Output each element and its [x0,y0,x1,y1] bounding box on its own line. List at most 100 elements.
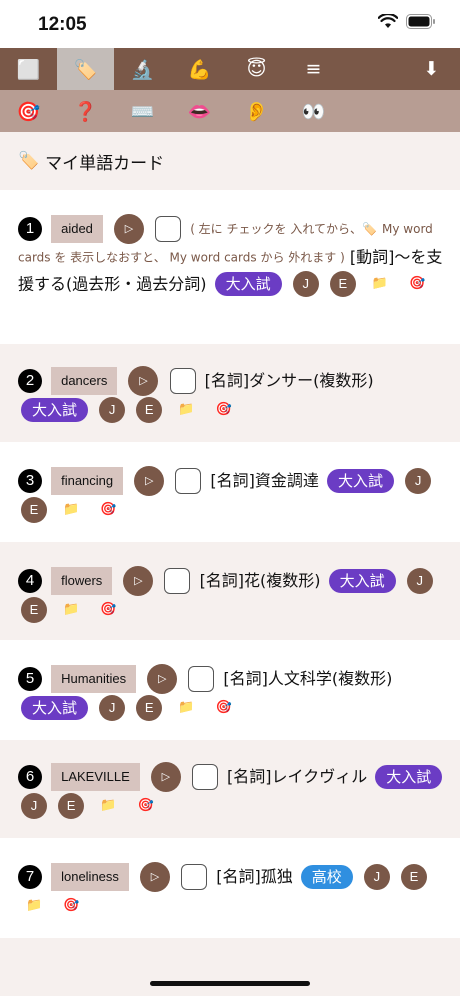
word-card-4: 4 flowers ▷ [名詞]花(複数形) 大入試 J E 📁 🎯 [0,542,460,640]
ear-icon[interactable]: 👂 [228,90,285,132]
square-icon[interactable]: ⬜ [0,48,57,90]
play-button[interactable]: ▷ [128,366,159,396]
english-button[interactable]: E [329,271,356,297]
japanese-button[interactable]: J [405,468,432,494]
eyes-icon[interactable]: 👀 [285,90,342,132]
play-button[interactable]: ▷ [123,566,154,596]
target-icon[interactable]: 🎯 [409,271,425,297]
play-icon: ▷ [134,574,143,587]
japanese-button[interactable]: J [21,792,47,819]
card-number: 2 [18,369,42,393]
home-indicator [150,981,310,986]
tag-icon: 🏷️ [361,222,377,236]
target-icon[interactable]: 🎯 [100,597,116,623]
card-number: 4 [18,569,42,593]
word-chip[interactable]: dancers [51,367,118,395]
play-button[interactable]: ▷ [134,466,165,496]
word-card-7: 7 loneliness ▷ [名詞]孤独 高校 J E 📁 🎯 [0,838,460,938]
folder-icon[interactable]: 📁 [26,893,42,919]
word-chip[interactable]: flowers [51,567,113,595]
folder-icon[interactable]: 📁 [372,271,388,297]
play-icon: ▷ [124,222,134,235]
target-icon[interactable]: 🎯 [100,497,116,523]
word-chip[interactable]: financing [51,467,124,495]
word-checkbox[interactable] [188,666,215,692]
page-title-row: 🏷️ マイ単語カード [0,132,460,190]
level-badge: 大入試 [21,397,89,422]
level-badge: 大入試 [327,469,395,493]
level-badge: 大入試 [21,695,89,720]
word-definition: [名詞]レイクヴィル [227,767,368,786]
target-icon[interactable]: 🎯 [63,893,79,919]
word-definition: [名詞]人文科学(複数形) [223,669,393,688]
japanese-button[interactable]: J [292,271,319,297]
play-icon: ▷ [150,870,160,883]
folder-icon[interactable]: 📁 [63,497,79,523]
play-icon: ▷ [139,374,148,387]
menu-icon[interactable]: ≡ [285,48,342,90]
word-card-3: 3 financing ▷ [名詞]資金調達 大入試 J E 📁 🎯 [0,442,460,542]
toolbar-main: ⬜ 🏷️ 🔬 💪 😇 ≡ ⬇ [0,48,460,90]
word-checkbox[interactable] [191,764,218,790]
tag-icon: 🏷️ [18,151,40,171]
microscope-icon[interactable]: 🔬 [114,48,171,90]
english-button[interactable]: E [136,396,163,423]
word-chip[interactable]: LAKEVILLE [51,763,140,791]
word-checkbox[interactable] [164,568,191,594]
english-button[interactable]: E [21,496,47,523]
folder-icon[interactable]: 📁 [63,597,79,623]
word-chip[interactable]: loneliness [51,863,129,891]
page-title: マイ単語カード [45,153,165,174]
level-badge: 大入試 [328,569,396,593]
card-number: 6 [18,765,42,789]
word-checkbox[interactable] [169,368,196,394]
keyboard-icon[interactable]: ⌨️ [114,90,171,132]
word-checkbox[interactable] [175,468,202,494]
word-checkbox[interactable] [155,216,182,242]
target-icon[interactable]: 🎯 [216,695,232,721]
label-tag-icon[interactable]: 🏷️ [57,48,114,90]
question-mark-icon[interactable]: ❓ [57,90,114,132]
english-button[interactable]: E [21,596,47,623]
play-icon: ▷ [161,770,171,783]
halo-face-icon[interactable]: 😇 [228,48,285,90]
card-number: 5 [18,667,42,691]
folder-icon[interactable]: 📁 [178,397,194,423]
play-button[interactable]: ▷ [147,664,178,694]
card-number: 1 [18,217,42,241]
folder-icon[interactable]: 📁 [100,793,116,819]
play-button[interactable]: ▷ [150,762,181,792]
english-button[interactable]: E [58,792,85,819]
status-bar: 12:05 [0,0,460,48]
play-button[interactable]: ▷ [114,214,144,244]
word-chip[interactable]: aided [51,215,103,243]
download-icon[interactable]: ⬇ [403,48,460,90]
japanese-button[interactable]: J [99,396,126,423]
play-icon: ▷ [145,474,154,487]
target-icon[interactable]: 🎯 [216,397,232,423]
play-button[interactable]: ▷ [140,862,171,892]
japanese-button[interactable]: J [406,568,433,594]
english-button[interactable]: E [136,694,163,721]
folder-icon[interactable]: 📁 [178,695,194,721]
word-card-1: 1 aided ▷ ( 左に チェックを 入れてから、🏷️ My word ca… [0,190,460,344]
word-card-2: 2 dancers ▷ [名詞]ダンサー(複数形) 大入試 J E 📁 🎯 [0,344,460,442]
wifi-icon [378,14,398,28]
mouth-icon[interactable]: 👄 [171,90,228,132]
word-card-5: 5 Humanities ▷ [名詞]人文科学(複数形) 大入試 J E 📁 🎯 [0,640,460,740]
list-footer [0,938,460,996]
target-icon[interactable]: 🎯 [0,90,57,132]
hint-note-a: ( 左に チェックを 入れてから、 [190,222,362,236]
card-number: 7 [18,865,42,889]
level-badge: 高校 [300,865,353,889]
japanese-button[interactable]: J [363,864,390,890]
word-card-6: 6 LAKEVILLE ▷ [名詞]レイクヴィル 大入試 J E 📁 🎯 [0,740,460,838]
flexed-bicep-icon[interactable]: 💪 [171,48,228,90]
english-button[interactable]: E [401,864,427,890]
battery-icon [406,14,435,29]
card-number: 3 [18,469,42,493]
word-checkbox[interactable] [181,864,208,890]
word-chip[interactable]: Humanities [51,665,137,693]
target-icon[interactable]: 🎯 [137,793,153,819]
japanese-button[interactable]: J [99,694,126,721]
